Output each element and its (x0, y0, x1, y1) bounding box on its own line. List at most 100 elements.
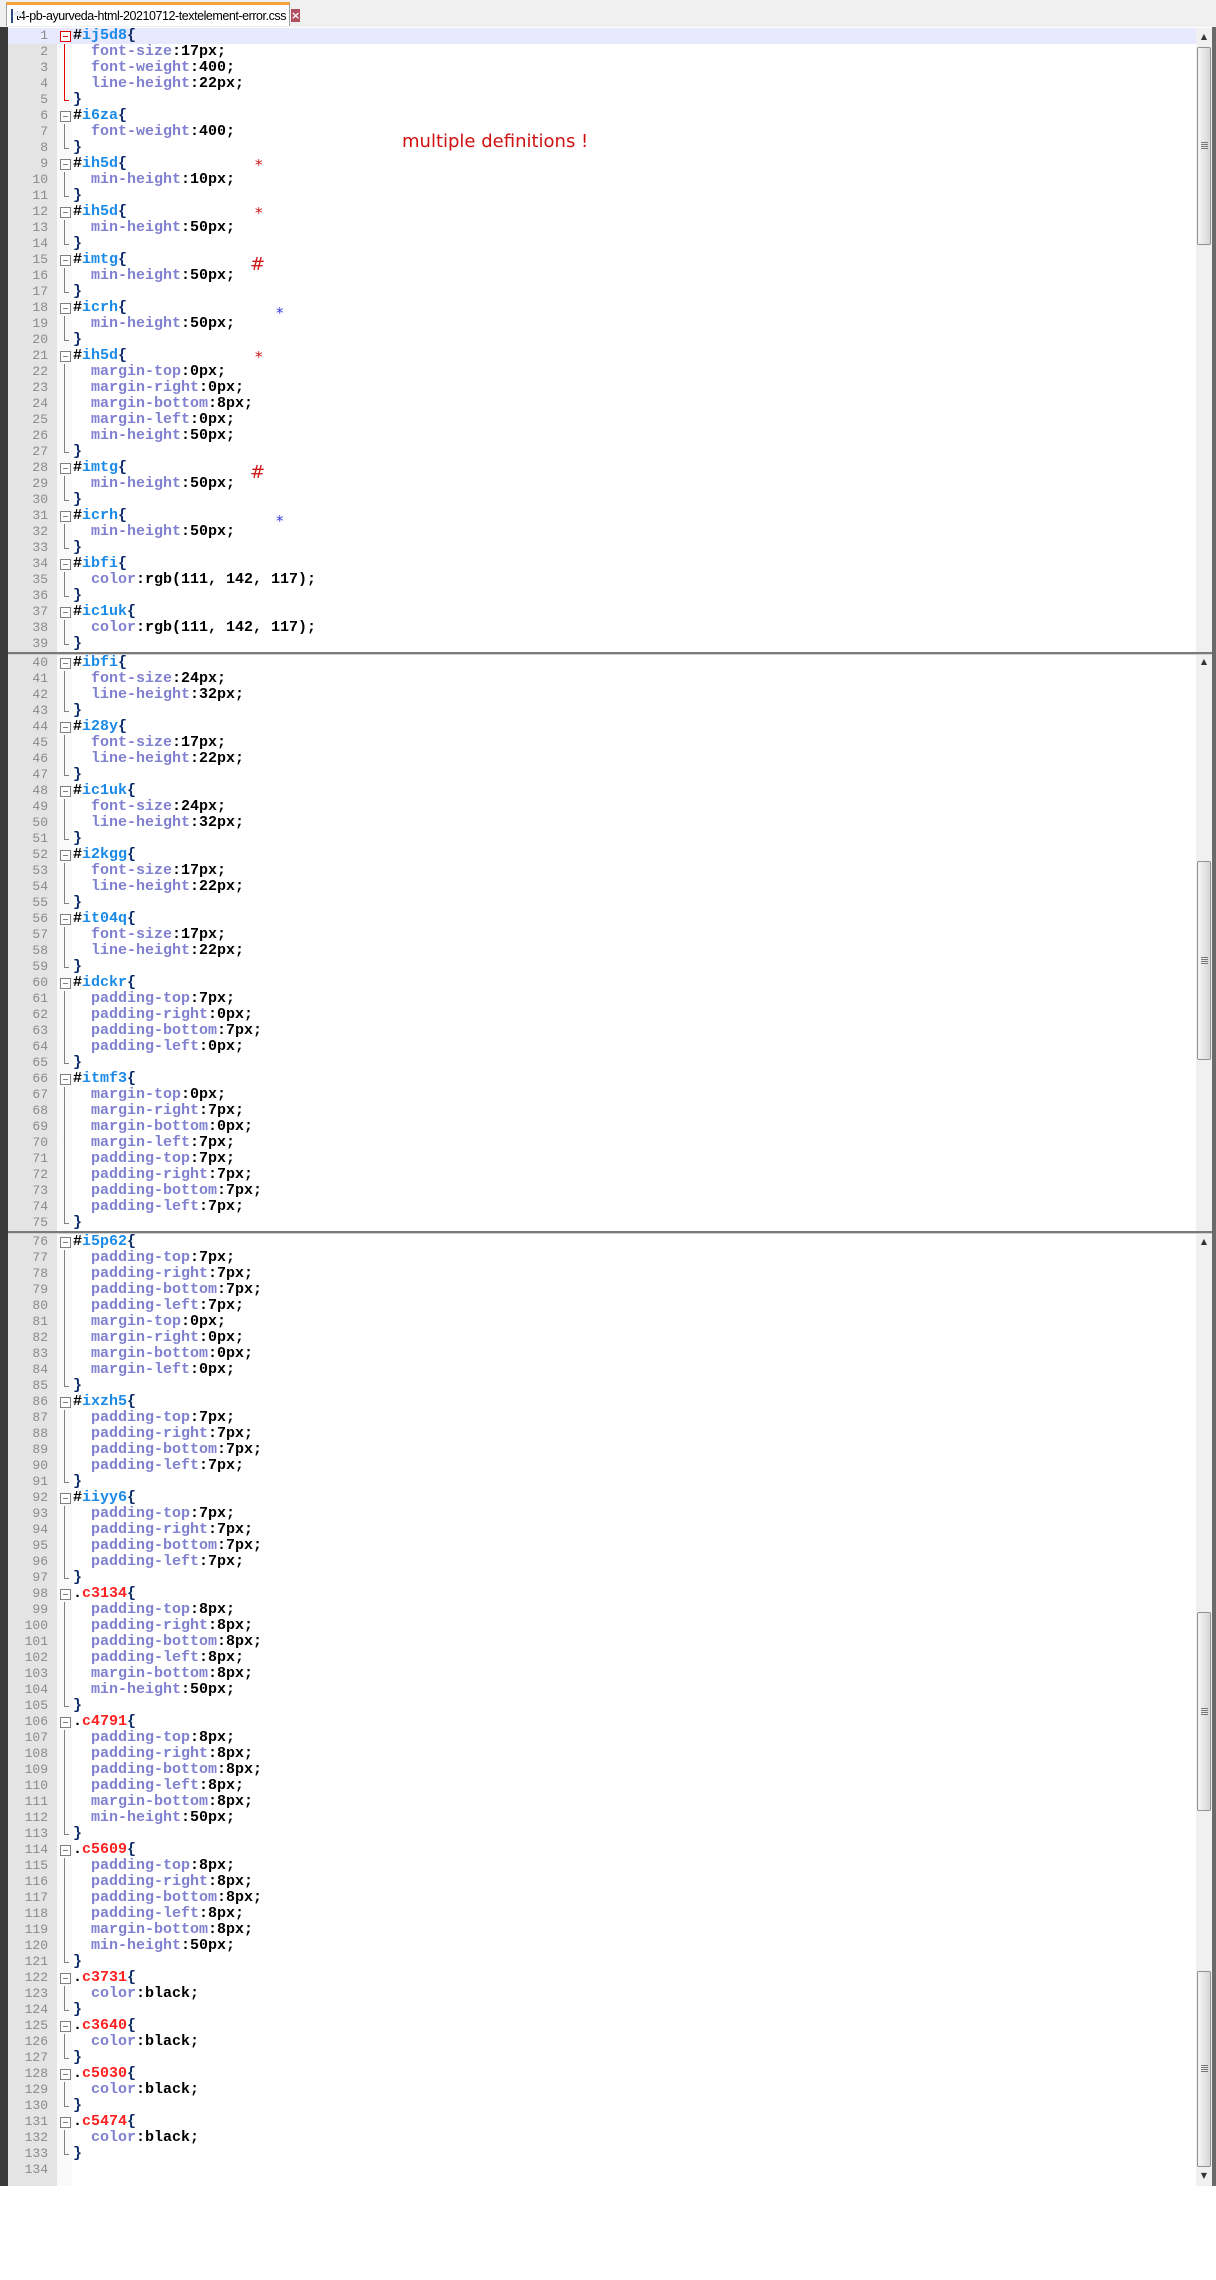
fold-toggle-icon[interactable] (60, 2114, 71, 2130)
code-line[interactable]: 19 min-height:50px; (8, 316, 1196, 332)
code-line[interactable]: 94 padding-right:7px; (8, 1522, 1196, 1538)
code-line[interactable]: 38 color:rgb(111, 142, 117); (8, 620, 1196, 636)
code-line[interactable]: 32 min-height:50px; (8, 524, 1196, 540)
code-line[interactable]: 9 #ih5d{ (8, 156, 1196, 172)
code-line[interactable]: 86 #ixzh5{ (8, 1394, 1196, 1410)
code-line[interactable]: 44 #i28y{ (8, 719, 1196, 735)
code-line[interactable]: 107 padding-top:8px; (8, 1730, 1196, 1746)
code-line[interactable]: 81 margin-top:0px; (8, 1314, 1196, 1330)
code-line[interactable]: 119 margin-bottom:8px; (8, 1922, 1196, 1938)
code-line[interactable]: 22 margin-top:0px; (8, 364, 1196, 380)
code-line[interactable]: 78 padding-right:7px; (8, 1266, 1196, 1282)
code-line[interactable]: 117 padding-bottom:8px; (8, 1890, 1196, 1906)
fold-toggle-icon[interactable] (60, 655, 71, 671)
code-line[interactable]: 18 #icrh{ (8, 300, 1196, 316)
code-line[interactable]: 14} (8, 236, 1196, 252)
code-line[interactable]: 85} (8, 1378, 1196, 1394)
code-line[interactable]: 120 min-height:50px; (8, 1938, 1196, 1954)
code-line[interactable]: 87 padding-top:7px; (8, 1410, 1196, 1426)
code-line[interactable]: 130} (8, 2098, 1196, 2114)
scroll-up-arrow-icon[interactable]: ▲ (1196, 655, 1212, 669)
code-line[interactable]: 60 #idckr{ (8, 975, 1196, 991)
code-line[interactable]: 122 .c3731{ (8, 1970, 1196, 1986)
code-line[interactable]: 88 padding-right:7px; (8, 1426, 1196, 1442)
fold-toggle-icon[interactable] (60, 2018, 71, 2034)
code-line[interactable]: 10 min-height:10px; (8, 172, 1196, 188)
code-line[interactable]: 98 .c3134{ (8, 1586, 1196, 1602)
vertical-scrollbar-bottom[interactable]: ▲ ▼ (1196, 1234, 1212, 2186)
code-line[interactable]: 5} (8, 92, 1196, 108)
fold-toggle-icon[interactable] (60, 252, 71, 268)
code-line[interactable]: 100 padding-right:8px; (8, 1618, 1196, 1634)
code-line[interactable]: 110 padding-left:8px; (8, 1778, 1196, 1794)
code-line[interactable]: 54 line-height:22px; (8, 879, 1196, 895)
code-line[interactable]: 123 color:black; (8, 1986, 1196, 2002)
code-line[interactable]: 106 .c4791{ (8, 1714, 1196, 1730)
code-line[interactable]: 47} (8, 767, 1196, 783)
code-line[interactable]: 63 padding-bottom:7px; (8, 1023, 1196, 1039)
fold-toggle-icon[interactable] (60, 783, 71, 799)
code-line[interactable]: 77 padding-top:7px; (8, 1250, 1196, 1266)
code-line[interactable]: 93 padding-top:7px; (8, 1506, 1196, 1522)
scrollbar-thumb[interactable] (1197, 47, 1211, 245)
fold-toggle-icon[interactable] (60, 719, 71, 735)
code-line[interactable]: 79 padding-bottom:7px; (8, 1282, 1196, 1298)
fold-toggle-icon[interactable] (60, 911, 71, 927)
code-line[interactable]: 115 padding-top:8px; (8, 1858, 1196, 1874)
code-line[interactable]: 116 padding-right:8px; (8, 1874, 1196, 1890)
scrollbar-thumb[interactable] (1197, 861, 1211, 1060)
code-line[interactable]: 13 min-height:50px; (8, 220, 1196, 236)
code-line[interactable]: 62 padding-right:0px; (8, 1007, 1196, 1023)
code-line[interactable]: 113} (8, 1826, 1196, 1842)
code-line[interactable]: 46 line-height:22px; (8, 751, 1196, 767)
code-line[interactable]: 92 #iiyy6{ (8, 1490, 1196, 1506)
code-line[interactable]: 95 padding-bottom:7px; (8, 1538, 1196, 1554)
fold-toggle-icon[interactable] (60, 847, 71, 863)
fold-toggle-icon[interactable] (60, 1586, 71, 1602)
code-line[interactable]: 33} (8, 540, 1196, 556)
code-line[interactable]: 52 #i2kgg{ (8, 847, 1196, 863)
fold-toggle-icon[interactable] (60, 28, 71, 44)
fold-toggle-icon[interactable] (60, 156, 71, 172)
code-line[interactable]: 66 #itmf3{ (8, 1071, 1196, 1087)
code-line[interactable]: 82 margin-right:0px; (8, 1330, 1196, 1346)
code-line[interactable]: 58 line-height:22px; (8, 943, 1196, 959)
code-line[interactable]: 24 margin-bottom:8px; (8, 396, 1196, 412)
code-line[interactable]: 96 padding-left:7px; (8, 1554, 1196, 1570)
code-line[interactable]: 23 margin-right:0px; (8, 380, 1196, 396)
code-line[interactable]: 132 color:black; (8, 2130, 1196, 2146)
editor-pane-top[interactable]: 1 #ij5d8{2 font-size:17px; 3 font-weight:4… (8, 28, 1212, 652)
fold-toggle-icon[interactable] (60, 108, 71, 124)
code-line[interactable]: 90 padding-left:7px; (8, 1458, 1196, 1474)
code-line[interactable]: 59} (8, 959, 1196, 975)
code-line[interactable]: 50 line-height:32px; (8, 815, 1196, 831)
code-line[interactable]: 75} (8, 1215, 1196, 1231)
scrollbar-thumb[interactable] (1197, 1612, 1211, 1811)
code-line[interactable]: 4 line-height:22px; (8, 76, 1196, 92)
fold-toggle-icon[interactable] (60, 1714, 71, 1730)
code-line[interactable]: 99 padding-top:8px; (8, 1602, 1196, 1618)
code-line[interactable]: 125 .c3640{ (8, 2018, 1196, 2034)
code-line[interactable]: 109 padding-bottom:8px; (8, 1762, 1196, 1778)
code-line[interactable]: 89 padding-bottom:7px; (8, 1442, 1196, 1458)
code-line[interactable]: 11} (8, 188, 1196, 204)
code-line[interactable]: 101 padding-bottom:8px; (8, 1634, 1196, 1650)
code-line[interactable]: 61 padding-top:7px; (8, 991, 1196, 1007)
code-line[interactable]: 129 color:black; (8, 2082, 1196, 2098)
fold-toggle-icon[interactable] (60, 508, 71, 524)
code-line[interactable]: 39} (8, 636, 1196, 652)
fold-toggle-icon[interactable] (60, 204, 71, 220)
code-line[interactable]: 118 padding-left:8px; (8, 1906, 1196, 1922)
fold-toggle-icon[interactable] (60, 1071, 71, 1087)
scroll-down-arrow-icon[interactable]: ▼ (1196, 2169, 1212, 2183)
code-line[interactable]: 128 .c5030{ (8, 2066, 1196, 2082)
code-line[interactable]: 84 margin-left:0px; (8, 1362, 1196, 1378)
code-line[interactable]: 111 margin-bottom:8px; (8, 1794, 1196, 1810)
code-line[interactable]: 6 #i6za{ (8, 108, 1196, 124)
editor-pane-middle[interactable]: 40 #ibfi{41 font-size:24px; 42 line-height… (8, 655, 1212, 1231)
code-line[interactable]: 40 #ibfi{ (8, 655, 1196, 671)
code-line[interactable]: 37 #ic1uk{ (8, 604, 1196, 620)
code-line[interactable]: 71 padding-top:7px; (8, 1151, 1196, 1167)
code-line[interactable]: 57 font-size:17px; (8, 927, 1196, 943)
code-line[interactable]: 7 font-weight:400; (8, 124, 1196, 140)
